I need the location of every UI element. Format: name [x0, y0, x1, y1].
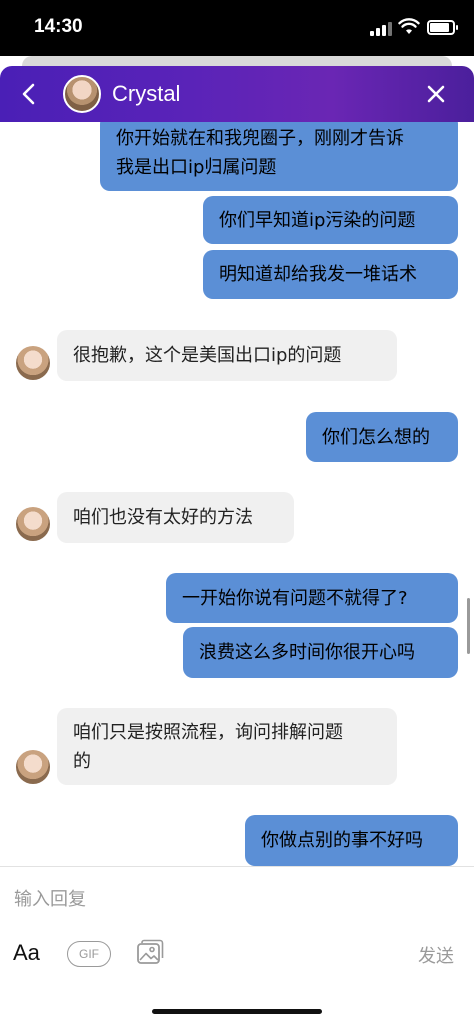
contact-name: Crystal — [112, 81, 181, 106]
wifi-icon — [398, 18, 420, 34]
message-outgoing: 明知道却给我发一堆话术 — [203, 250, 458, 299]
message-outgoing: 浪费这么多时间你很开心吗 — [183, 627, 458, 678]
battery-icon — [427, 20, 458, 35]
message-outgoing: 你们早知道ip污染的问题 — [203, 196, 458, 244]
contact-avatar — [16, 507, 50, 541]
status-bar: 14:30 — [0, 0, 474, 56]
contact-avatar — [63, 75, 101, 113]
close-button[interactable] — [418, 76, 454, 112]
image-icon[interactable] — [135, 938, 165, 968]
contact-avatar — [16, 346, 50, 380]
status-time: 14:30 — [34, 16, 83, 37]
home-indicator — [152, 1009, 322, 1014]
message-incoming: 很抱歉，这个是美国出口ip的问题 — [57, 330, 397, 381]
message-list[interactable]: 你开始就在和我兜圈子，刚刚才告诉 我是出口ip归属问题 你们早知道ip污染的问题… — [0, 122, 474, 866]
battery-level — [430, 23, 449, 32]
composer-divider — [0, 866, 474, 867]
contact-avatar — [16, 750, 50, 784]
chat-header: Crystal — [0, 66, 474, 122]
back-button[interactable] — [12, 76, 48, 112]
cellular-signal-icon — [370, 22, 392, 36]
message-outgoing: 你开始就在和我兜圈子，刚刚才告诉 我是出口ip归属问题 — [100, 122, 458, 191]
font-format-button[interactable]: Aa — [13, 940, 40, 966]
send-button[interactable]: 发送 — [418, 942, 454, 968]
message-outgoing: 你做点别的事不好吗 — [245, 815, 458, 866]
scrollbar[interactable] — [467, 598, 470, 654]
message-outgoing: 一开始你说有问题不就得了? — [166, 573, 458, 623]
message-incoming: 咱们也没有太好的方法 — [57, 492, 294, 543]
reply-input[interactable] — [0, 868, 474, 930]
message-outgoing: 你们怎么想的 — [306, 412, 458, 462]
message-incoming: 咱们只是按照流程，询问排解问题 的 — [57, 708, 397, 785]
gif-button[interactable]: GIF — [67, 941, 111, 967]
